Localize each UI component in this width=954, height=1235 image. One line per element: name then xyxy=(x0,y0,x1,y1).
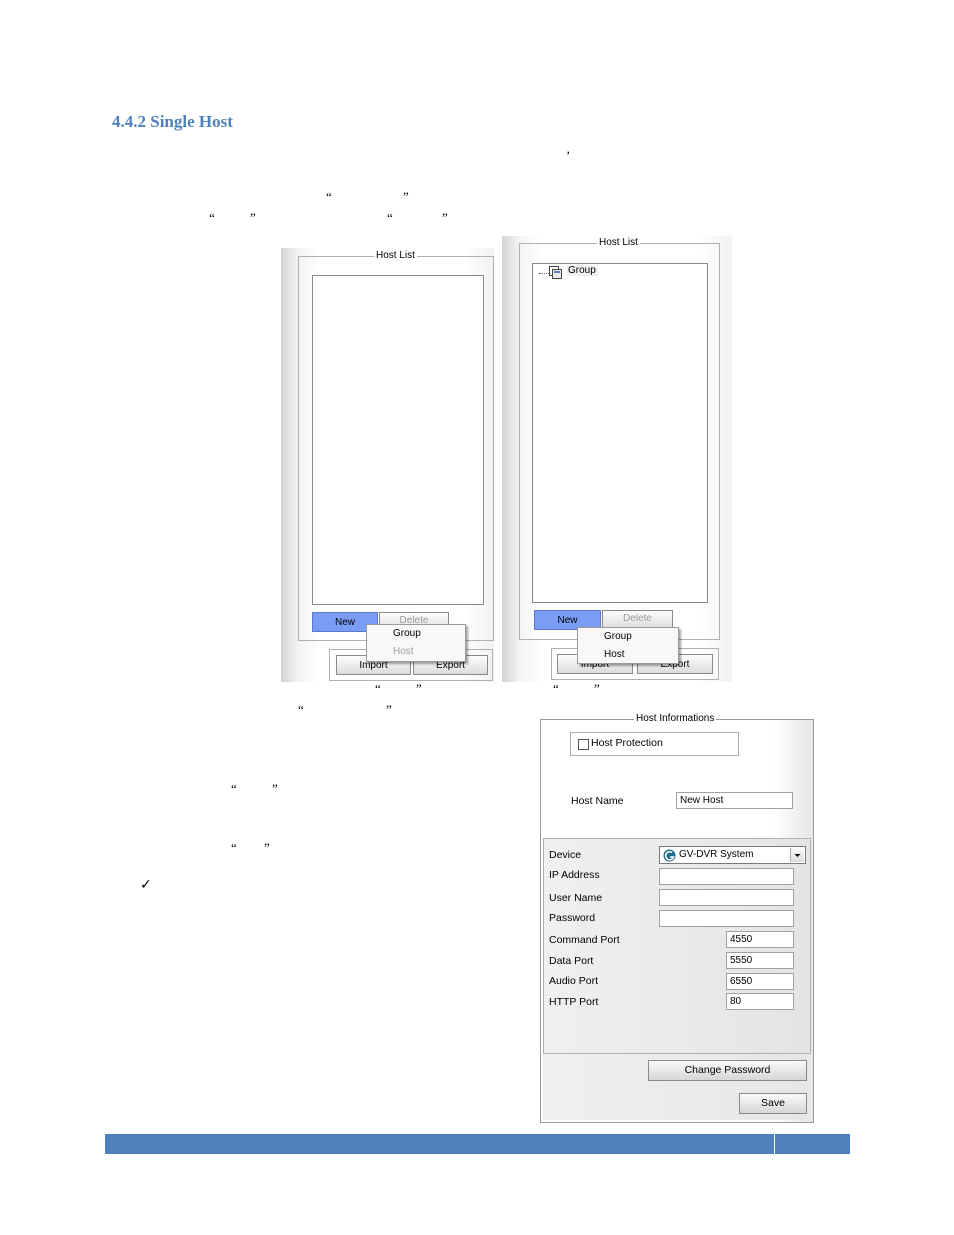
tree-item-group[interactable]: Group xyxy=(566,265,598,276)
host-list-box[interactable]: Group xyxy=(532,263,708,603)
host-list-panel-right: Host List Group Delete New Import Export… xyxy=(502,236,732,682)
group-icon xyxy=(549,266,562,279)
change-password-button[interactable]: Change Password xyxy=(648,1060,807,1081)
close-quote-mark: ” xyxy=(264,840,270,855)
open-quote-mark: “ xyxy=(209,210,215,225)
device-select-value: GV-DVR System xyxy=(679,849,754,860)
close-quote-mark: ” xyxy=(272,781,278,796)
host-protection-label: Host Protection xyxy=(591,737,663,749)
footer-bar xyxy=(105,1134,850,1154)
http-port-input[interactable]: 80 xyxy=(726,993,794,1010)
user-name-input[interactable] xyxy=(659,889,794,906)
device-select[interactable]: GV-DVR System xyxy=(659,846,806,864)
save-button[interactable]: Save xyxy=(739,1093,807,1114)
gv-logo-icon xyxy=(663,849,676,862)
device-settings-box: Device GV-DVR System IP Address User Nam… xyxy=(543,838,811,1054)
ip-address-input[interactable] xyxy=(659,868,794,885)
host-name-input[interactable]: New Host xyxy=(676,792,793,809)
footer-divider xyxy=(774,1134,775,1154)
http-port-label: HTTP Port xyxy=(549,996,599,1008)
close-quote-mark: ” xyxy=(403,189,409,204)
chevron-down-icon[interactable] xyxy=(790,848,804,862)
command-port-label: Command Port xyxy=(549,934,620,946)
new-context-menu: Group Host xyxy=(366,624,466,662)
open-quote-mark: “ xyxy=(375,681,381,696)
host-name-label: Host Name xyxy=(571,795,624,807)
close-quote-mark: ” xyxy=(386,702,392,717)
menu-item-group[interactable]: Group xyxy=(578,628,678,646)
host-list-legend: Host List xyxy=(597,237,640,249)
data-port-input[interactable]: 5550 xyxy=(726,952,794,969)
audio-port-input[interactable]: 6550 xyxy=(726,973,794,990)
open-quote-mark: “ xyxy=(553,681,559,696)
tree-connector xyxy=(539,273,549,274)
open-quote-mark: “ xyxy=(231,781,237,796)
data-port-label: Data Port xyxy=(549,955,594,967)
device-label: Device xyxy=(549,849,582,861)
host-list-box[interactable] xyxy=(312,275,484,605)
new-context-menu: Group Host xyxy=(577,627,679,664)
menu-item-host[interactable]: Host xyxy=(578,646,678,664)
open-quote-mark: “ xyxy=(231,840,237,855)
close-quote-mark: ” xyxy=(250,210,256,225)
host-protection-checkbox[interactable] xyxy=(578,739,589,750)
user-name-label: User Name xyxy=(549,892,603,904)
command-port-input[interactable]: 4550 xyxy=(726,931,794,948)
checkmark-bullet: ✓ xyxy=(140,877,152,893)
section-heading: 4.4.2 Single Host xyxy=(112,112,233,131)
open-quote-mark: “ xyxy=(387,210,393,225)
close-quote-mark: ” xyxy=(594,681,600,696)
host-info-legend: Host Informations xyxy=(634,713,717,725)
menu-item-host[interactable]: Host xyxy=(367,643,465,661)
host-list-legend: Host List xyxy=(374,250,417,262)
audio-port-label: Audio Port xyxy=(549,975,599,987)
password-input[interactable] xyxy=(659,910,794,927)
password-label: Password xyxy=(549,912,596,924)
open-quote-mark: “ xyxy=(326,189,332,204)
close-quote-mark: ” xyxy=(442,210,448,225)
host-info-panel: Host Informations Host Protection Host N… xyxy=(540,713,814,1123)
host-list-panel-left: Host List Delete New Import Export Group… xyxy=(281,248,494,682)
menu-item-group[interactable]: Group xyxy=(367,625,465,643)
apostrophe-mark: ’ xyxy=(566,148,571,163)
open-quote-mark: “ xyxy=(298,702,304,717)
ip-address-label: IP Address xyxy=(549,869,600,881)
close-quote-mark: ” xyxy=(416,681,422,696)
